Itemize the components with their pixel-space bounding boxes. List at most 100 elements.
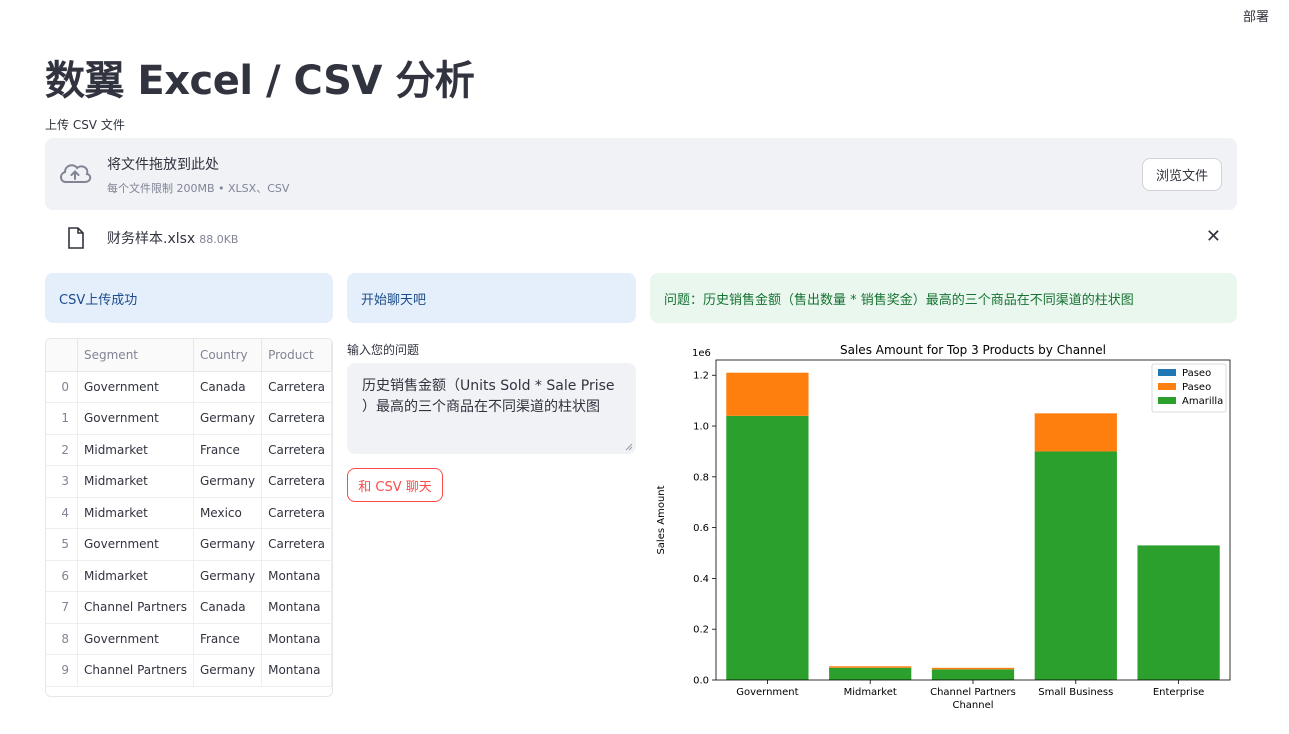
table-row[interactable]: 9 Channel Partners Germany Montana [46,654,332,687]
table-row[interactable]: 1 Government Germany Carretera [46,402,332,435]
file-dropzone[interactable]: 将文件拖放到此处 每个文件限制 200MB • XLSX、CSV 浏览文件 [45,138,1237,210]
bar-paseo [829,666,912,668]
y-tick-label: 0.8 [693,472,709,483]
table-cell: Midmarket [77,465,194,498]
table-cell: Montana [261,623,332,655]
x-tick-label: Enterprise [1153,687,1204,698]
bar-amarilla [1137,545,1220,680]
table-cell: Carretera [261,371,332,403]
csv-success-alert: CSV上传成功 [45,273,333,323]
table-cell: Montana [261,591,332,624]
table-cell: Government [77,371,194,403]
table-cell: Mexico [193,497,263,529]
file-size: 88.0KB [199,233,239,246]
table-cell: Germany [193,465,263,498]
y-tick-label: 0.4 [693,574,709,585]
legend-label: Paseo [1182,382,1211,393]
table-cell: Montana [261,654,332,687]
bar-paseo [931,667,1015,670]
bar-amarilla [726,415,809,680]
question-textarea[interactable]: 历史销售金额（Units Sold * Sale Prise ）最高的三个商品在… [347,363,636,454]
table-cell-index: 5 [46,528,78,561]
y-tick-label: 0.0 [693,676,709,687]
chat-start-alert: 开始聊天吧 [347,273,636,323]
file-name: 财务样本.xlsx 88.0KB [107,228,238,248]
table-cell: Government [77,623,194,655]
table-cell: France [193,434,263,466]
file-name-text: 财务样本.xlsx [107,231,196,247]
table-cell: Germany [193,402,263,435]
table-cell: Carretera [261,402,332,435]
y-axis-label: Sales Amount [656,485,667,554]
table-cell: France [193,623,263,655]
table-cell: Germany [193,560,263,592]
x-tick-label: Government [736,687,798,698]
legend-label: Amarilla [1182,396,1223,407]
table-row[interactable]: 6 Midmarket Germany Montana [46,560,332,592]
table-cell: Midmarket [77,497,194,529]
question-banner: 问题：历史销售金额（售出数量 * 销售奖金）最高的三个商品在不同渠道的柱状图 [650,273,1237,323]
y-scale-label: 1e6 [692,348,711,359]
bar-amarilla [1034,451,1117,680]
browse-files-button[interactable]: 浏览文件 [1142,158,1222,191]
file-icon [65,226,87,250]
table-header-row: Segment Country Product [46,339,332,372]
table-header-product[interactable]: Product [261,339,332,372]
table-cell: Channel Partners [77,591,194,624]
legend-swatch [1158,397,1176,404]
table-cell: Canada [193,591,263,624]
table-cell-index: 3 [46,465,78,498]
y-tick-label: 1.2 [693,371,709,382]
y-tick-label: 1.0 [693,422,709,433]
question-text: 历史销售金额（Units Sold * Sale Prise ）最高的三个商品在… [362,378,615,415]
table-cell: Midmarket [77,560,194,592]
remove-file-icon[interactable]: ✕ [1206,226,1221,247]
table-row[interactable]: 0 Government Canada Carretera [46,371,332,403]
table-cell: Government [77,528,194,561]
x-tick-label: Midmarket [844,687,897,698]
table-cell: Carretera [261,434,332,466]
y-tick-label: 0.2 [693,625,709,636]
table-cell: Carretera [261,497,332,529]
table-row[interactable]: 4 Midmarket Mexico Carretera [46,497,332,529]
page-title: 数翼 Excel / CSV 分析 [45,58,475,104]
table-cell-index: 7 [46,591,78,624]
bar-paseo [1034,413,1117,452]
bar-paseo [726,372,809,416]
data-table[interactable]: Segment Country Product 0 Government Canad… [45,338,333,697]
table-cell-index: 1 [46,402,78,435]
bar-amarilla [829,667,912,680]
file-limit-text: 每个文件限制 200MB • XLSX、CSV [107,182,290,195]
legend-swatch [1158,369,1176,376]
legend-swatch [1158,383,1176,390]
table-cell-index: 0 [46,371,78,403]
table-cell: Germany [193,528,263,561]
uploaded-file-row: 财务样本.xlsx 88.0KB ✕ [45,222,1237,254]
x-tick-label: Small Business [1038,687,1113,698]
table-header-index [46,339,78,372]
table-header-segment[interactable]: Segment [77,339,194,372]
table-cell-index: 6 [46,560,78,592]
y-tick-label: 0.6 [693,523,709,534]
table-cell-index: 8 [46,623,78,655]
deploy-button[interactable]: 部署 [1243,6,1269,25]
chat-with-csv-button[interactable]: 和 CSV 聊天 [347,468,443,502]
table-row[interactable]: 2 Midmarket France Carretera [46,434,332,466]
x-tick-label: Channel Partners [930,687,1016,698]
legend-label: Paseo [1182,368,1211,379]
table-header-country[interactable]: Country [193,339,263,372]
table-cell: Canada [193,371,263,403]
cloud-upload-icon [57,158,93,188]
table-cell: Government [77,402,194,435]
bar-chart: Sales Amount for Top 3 Products by Chann… [656,343,1231,711]
table-cell: Midmarket [77,434,194,466]
table-cell: Carretera [261,528,332,561]
chart-title: Sales Amount for Top 3 Products by Chann… [840,343,1106,357]
resize-handle-icon[interactable] [625,443,633,451]
table-row[interactable]: 5 Government Germany Carretera [46,528,332,561]
table-cell: Channel Partners [77,654,194,687]
table-row[interactable]: 7 Channel Partners Canada Montana [46,591,332,624]
table-row[interactable]: 3 Midmarket Germany Carretera [46,465,332,498]
table-cell: Montana [261,560,332,592]
table-row[interactable]: 8 Government France Montana [46,623,332,655]
